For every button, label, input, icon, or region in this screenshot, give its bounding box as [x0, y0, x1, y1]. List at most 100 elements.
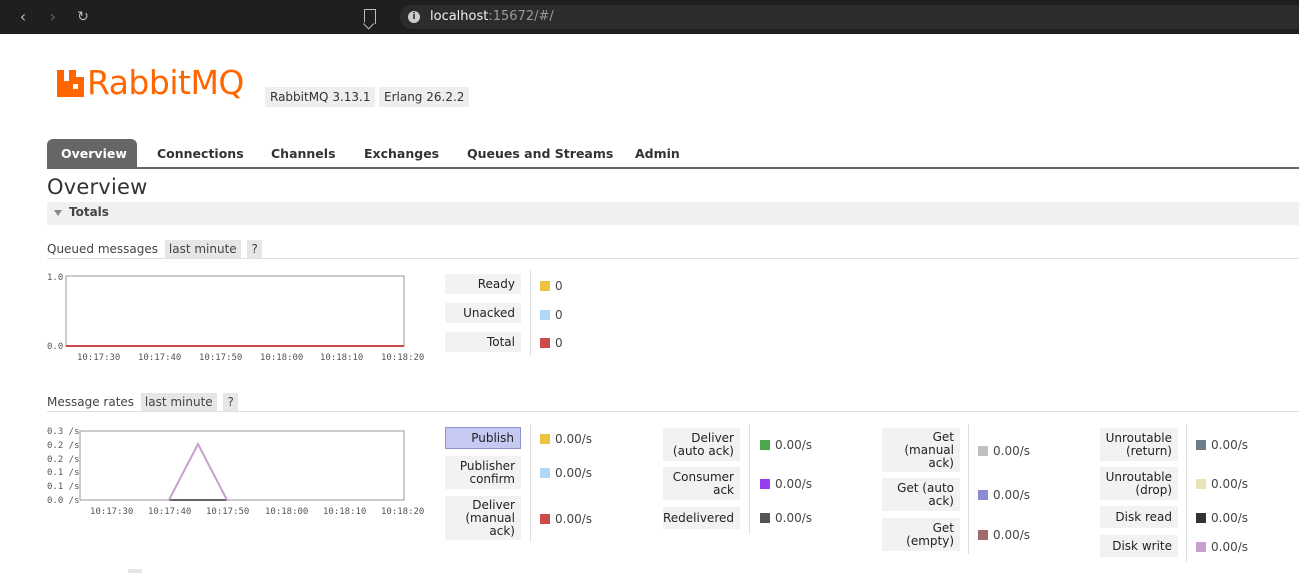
deliver-manual-ack-value: 0.00/s [540, 512, 592, 526]
column-divider [530, 270, 531, 356]
deliver-manual-ack-swatch [540, 514, 550, 524]
consumer-ack-swatch [760, 479, 770, 489]
totals-heading: Totals [69, 205, 109, 219]
y-tick-label: 0.1 /s [47, 482, 80, 492]
y-tick-label: 0.0 /s [47, 496, 80, 506]
column-divider [530, 424, 531, 542]
y-tick-label: 0.2 /s [47, 441, 80, 451]
x-tick-label: 10:17:40 [148, 507, 191, 517]
bookmark-icon[interactable] [364, 9, 376, 24]
get-manual-ack-value: 0.00/s [978, 444, 1030, 458]
message-rates-title: Message rates [47, 395, 135, 409]
unroutable-drop-swatch [1196, 479, 1206, 489]
publisher-confirm-swatch [540, 468, 550, 478]
forward-icon[interactable]: › [44, 8, 62, 26]
url-text[interactable]: localhost:15672/#/ [430, 9, 554, 24]
get-empty-label: Get (empty) [882, 518, 960, 551]
reload-icon[interactable]: ↻ [74, 8, 92, 26]
queued-messages-title: Queued messages [47, 242, 159, 256]
rabbitmq-logo-icon [57, 70, 84, 97]
column-divider [749, 424, 750, 534]
publish-swatch [540, 434, 550, 444]
y-tick-label: 0.2 /s [47, 455, 80, 465]
get-manual-ack-label: Get (manual ack) [882, 428, 960, 472]
unacked-label: Unacked [445, 303, 521, 323]
x-tick-label: 10:17:30 [90, 507, 133, 517]
x-tick-label: 10:18:20 [381, 353, 424, 363]
divider [47, 258, 1299, 259]
tab-channels[interactable]: Channels [257, 139, 350, 169]
chart-plot-area [79, 430, 405, 501]
publish-label[interactable]: Publish [445, 427, 521, 449]
erlang-version: Erlang 26.2.2 [379, 87, 470, 107]
x-tick-label: 10:17:50 [199, 353, 242, 363]
x-tick-label: 10:18:00 [265, 507, 308, 517]
get-auto-ack-swatch [978, 490, 988, 500]
total-swatch [540, 338, 550, 348]
logo-wordmark: RabbitMQ [87, 63, 244, 102]
get-empty-value: 0.00/s [978, 528, 1030, 542]
tab-queues-and-streams[interactable]: Queues and Streams [453, 139, 627, 169]
disk-read-value: 0.00/s [1196, 511, 1248, 525]
rates-help-button[interactable]: ? [223, 393, 238, 411]
column-divider [968, 424, 969, 554]
back-icon[interactable]: ‹ [14, 8, 32, 26]
queued-messages-heading: Queued messages last minute ? [47, 240, 262, 258]
total-value: 0 [540, 336, 563, 350]
redelivered-value: 0.00/s [760, 511, 812, 525]
unroutable-drop-label: Unroutable (drop) [1100, 467, 1178, 500]
deliver-auto-ack-swatch [760, 440, 770, 450]
message-rates-chart: 0.3 /s 0.2 /s 0.2 /s 0.1 /s 0.1 /s 0.0 /… [47, 427, 424, 517]
tab-connections[interactable]: Connections [143, 139, 258, 169]
disk-read-swatch [1196, 513, 1206, 523]
total-label: Total [445, 332, 521, 352]
ready-value: 0 [540, 279, 563, 293]
x-tick-label: 10:18:10 [320, 353, 363, 363]
deliver-manual-ack-label: Deliver (manual ack) [445, 496, 521, 540]
info-icon[interactable]: i [408, 11, 420, 23]
get-auto-ack-value: 0.00/s [978, 488, 1030, 502]
queued-messages-chart: 1.0 0.0 10:17:30 10:17:40 10:17:50 10:18… [47, 273, 424, 363]
tab-exchanges[interactable]: Exchanges [350, 139, 453, 169]
y-tick-label: 0.0 [47, 342, 63, 352]
queued-help-button[interactable]: ? [247, 240, 262, 258]
disk-write-swatch [1196, 542, 1206, 552]
deliver-auto-ack-label: Deliver (auto ack) [663, 428, 740, 461]
get-auto-ack-label: Get (auto ack) [882, 478, 960, 511]
x-tick-label: 10:18:20 [381, 507, 424, 517]
x-tick-label: 10:18:00 [260, 353, 303, 363]
x-tick-label: 10:17:40 [138, 353, 181, 363]
get-manual-ack-swatch [978, 446, 988, 456]
consumer-ack-value: 0.00/s [760, 477, 812, 491]
next-section-help-button[interactable] [128, 569, 142, 573]
x-tick-label: 10:17:30 [77, 353, 120, 363]
queued-range-button[interactable]: last minute [164, 240, 241, 258]
y-tick-label: 0.3 /s [47, 427, 80, 437]
totals-section-toggle[interactable]: Totals [47, 202, 1299, 225]
chart-plot-area [65, 275, 405, 347]
unacked-swatch [540, 310, 550, 320]
unroutable-return-label: Unroutable (return) [1100, 428, 1178, 461]
publish-value: 0.00/s [540, 432, 592, 446]
tab-admin[interactable]: Admin [621, 139, 694, 169]
deliver-auto-ack-value: 0.00/s [760, 438, 812, 452]
ready-label: Ready [445, 274, 521, 294]
unacked-value: 0 [540, 308, 563, 322]
x-tick-label: 10:18:10 [323, 507, 366, 517]
publisher-confirm-label: Publisher confirm [445, 456, 521, 489]
address-bar[interactable]: i localhost:15672/#/ [400, 5, 1299, 29]
tab-overview[interactable]: Overview [47, 139, 137, 169]
unroutable-drop-value: 0.00/s [1196, 477, 1248, 491]
get-empty-swatch [978, 530, 988, 540]
publisher-confirm-value: 0.00/s [540, 466, 592, 480]
column-divider [1186, 424, 1187, 562]
redelivered-label: Redelivered [663, 507, 740, 529]
unroutable-return-value: 0.00/s [1196, 438, 1248, 452]
y-tick-label: 1.0 [47, 273, 63, 283]
page-title: Overview [47, 175, 148, 199]
disk-write-value: 0.00/s [1196, 540, 1248, 554]
redelivered-swatch [760, 513, 770, 523]
browser-toolbar: ‹ › ↻ i localhost:15672/#/ [0, 0, 1299, 34]
rates-range-button[interactable]: last minute [140, 393, 217, 411]
rabbitmq-version: RabbitMQ 3.13.1 [265, 87, 376, 107]
